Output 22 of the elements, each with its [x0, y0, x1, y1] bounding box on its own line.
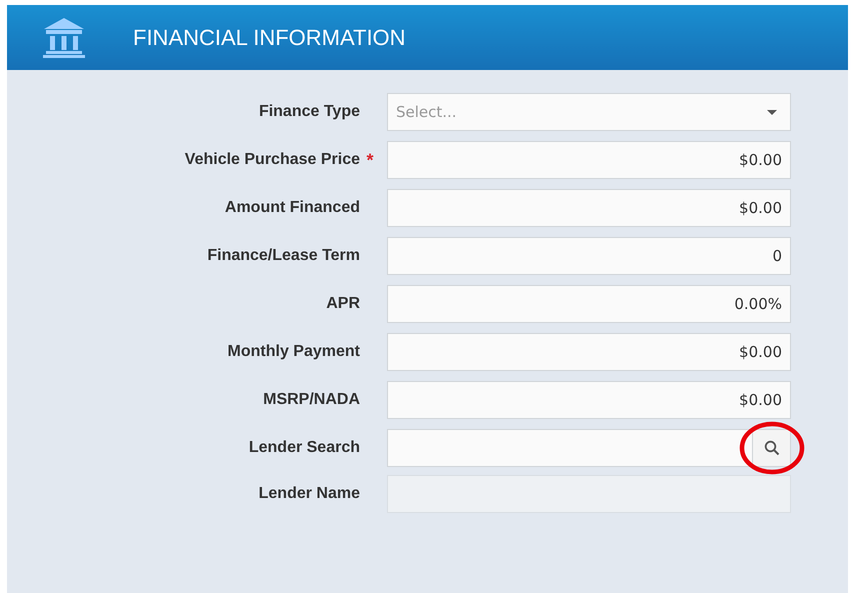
- input-field[interactable]: [387, 429, 753, 467]
- input-field[interactable]: 0: [387, 237, 791, 275]
- field-label: Vehicle Purchase Price: [184, 151, 360, 169]
- search-icon: [764, 440, 780, 456]
- field-label: Finance Type: [258, 103, 360, 121]
- input-field[interactable]: $0.00: [387, 141, 791, 179]
- bank-icon: [41, 16, 87, 60]
- field-label: MSRP/NADA: [263, 391, 360, 409]
- field-label: Lender Name: [258, 485, 360, 503]
- search-button[interactable]: [753, 429, 791, 467]
- field-label: Monthly Payment: [228, 343, 360, 361]
- input-field[interactable]: $0.00: [387, 381, 791, 419]
- section-title: FINANCIAL INFORMATION: [133, 24, 406, 50]
- caret-icon: [767, 110, 777, 114]
- field-label: Finance/Lease Term: [207, 247, 360, 265]
- input-field[interactable]: $0.00: [387, 333, 791, 371]
- input-field[interactable]: $0.00: [387, 189, 791, 227]
- field-label: APR: [326, 295, 360, 313]
- field-label: Amount Financed: [224, 199, 360, 217]
- required-marker: *: [366, 150, 374, 170]
- field-label: Lender Search: [248, 439, 360, 457]
- input-field[interactable]: 0.00%: [387, 285, 791, 323]
